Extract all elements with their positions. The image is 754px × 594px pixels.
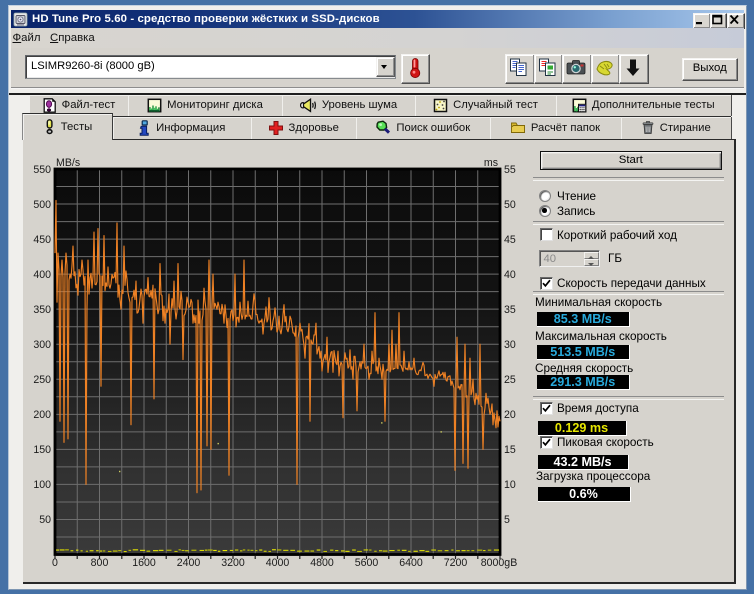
svg-text:50: 50	[504, 199, 516, 211]
svg-text:6400: 6400	[399, 557, 423, 569]
svg-text:2400: 2400	[177, 557, 201, 569]
svg-text:MB/s: MB/s	[56, 157, 80, 169]
svg-text:3200: 3200	[221, 557, 245, 569]
svg-text:550: 550	[33, 164, 51, 176]
svg-text:100: 100	[33, 479, 51, 491]
svg-text:250: 250	[33, 374, 51, 386]
svg-text:8000gB: 8000gB	[481, 557, 518, 569]
svg-text:30: 30	[504, 339, 516, 351]
svg-text:500: 500	[33, 199, 51, 211]
svg-text:450: 450	[33, 234, 51, 246]
svg-text:4000: 4000	[266, 557, 290, 569]
svg-text:45: 45	[504, 234, 516, 246]
svg-text:200: 200	[33, 409, 51, 421]
svg-text:4800: 4800	[310, 557, 334, 569]
svg-text:20: 20	[504, 409, 516, 421]
svg-text:300: 300	[33, 339, 51, 351]
svg-text:25: 25	[504, 374, 516, 386]
svg-text:7200: 7200	[444, 557, 468, 569]
svg-text:0: 0	[52, 557, 58, 569]
svg-text:400: 400	[33, 269, 51, 281]
svg-text:40: 40	[504, 269, 516, 281]
svg-text:1600: 1600	[132, 557, 156, 569]
svg-text:55: 55	[504, 164, 516, 176]
svg-text:35: 35	[504, 304, 516, 316]
svg-text:5: 5	[504, 514, 510, 526]
svg-text:800: 800	[91, 557, 109, 569]
svg-text:10: 10	[504, 479, 516, 491]
svg-text:5600: 5600	[355, 557, 379, 569]
svg-text:150: 150	[33, 444, 51, 456]
svg-text:ms: ms	[484, 157, 498, 169]
svg-text:15: 15	[504, 444, 516, 456]
svg-text:350: 350	[33, 304, 51, 316]
svg-text:50: 50	[39, 514, 51, 526]
